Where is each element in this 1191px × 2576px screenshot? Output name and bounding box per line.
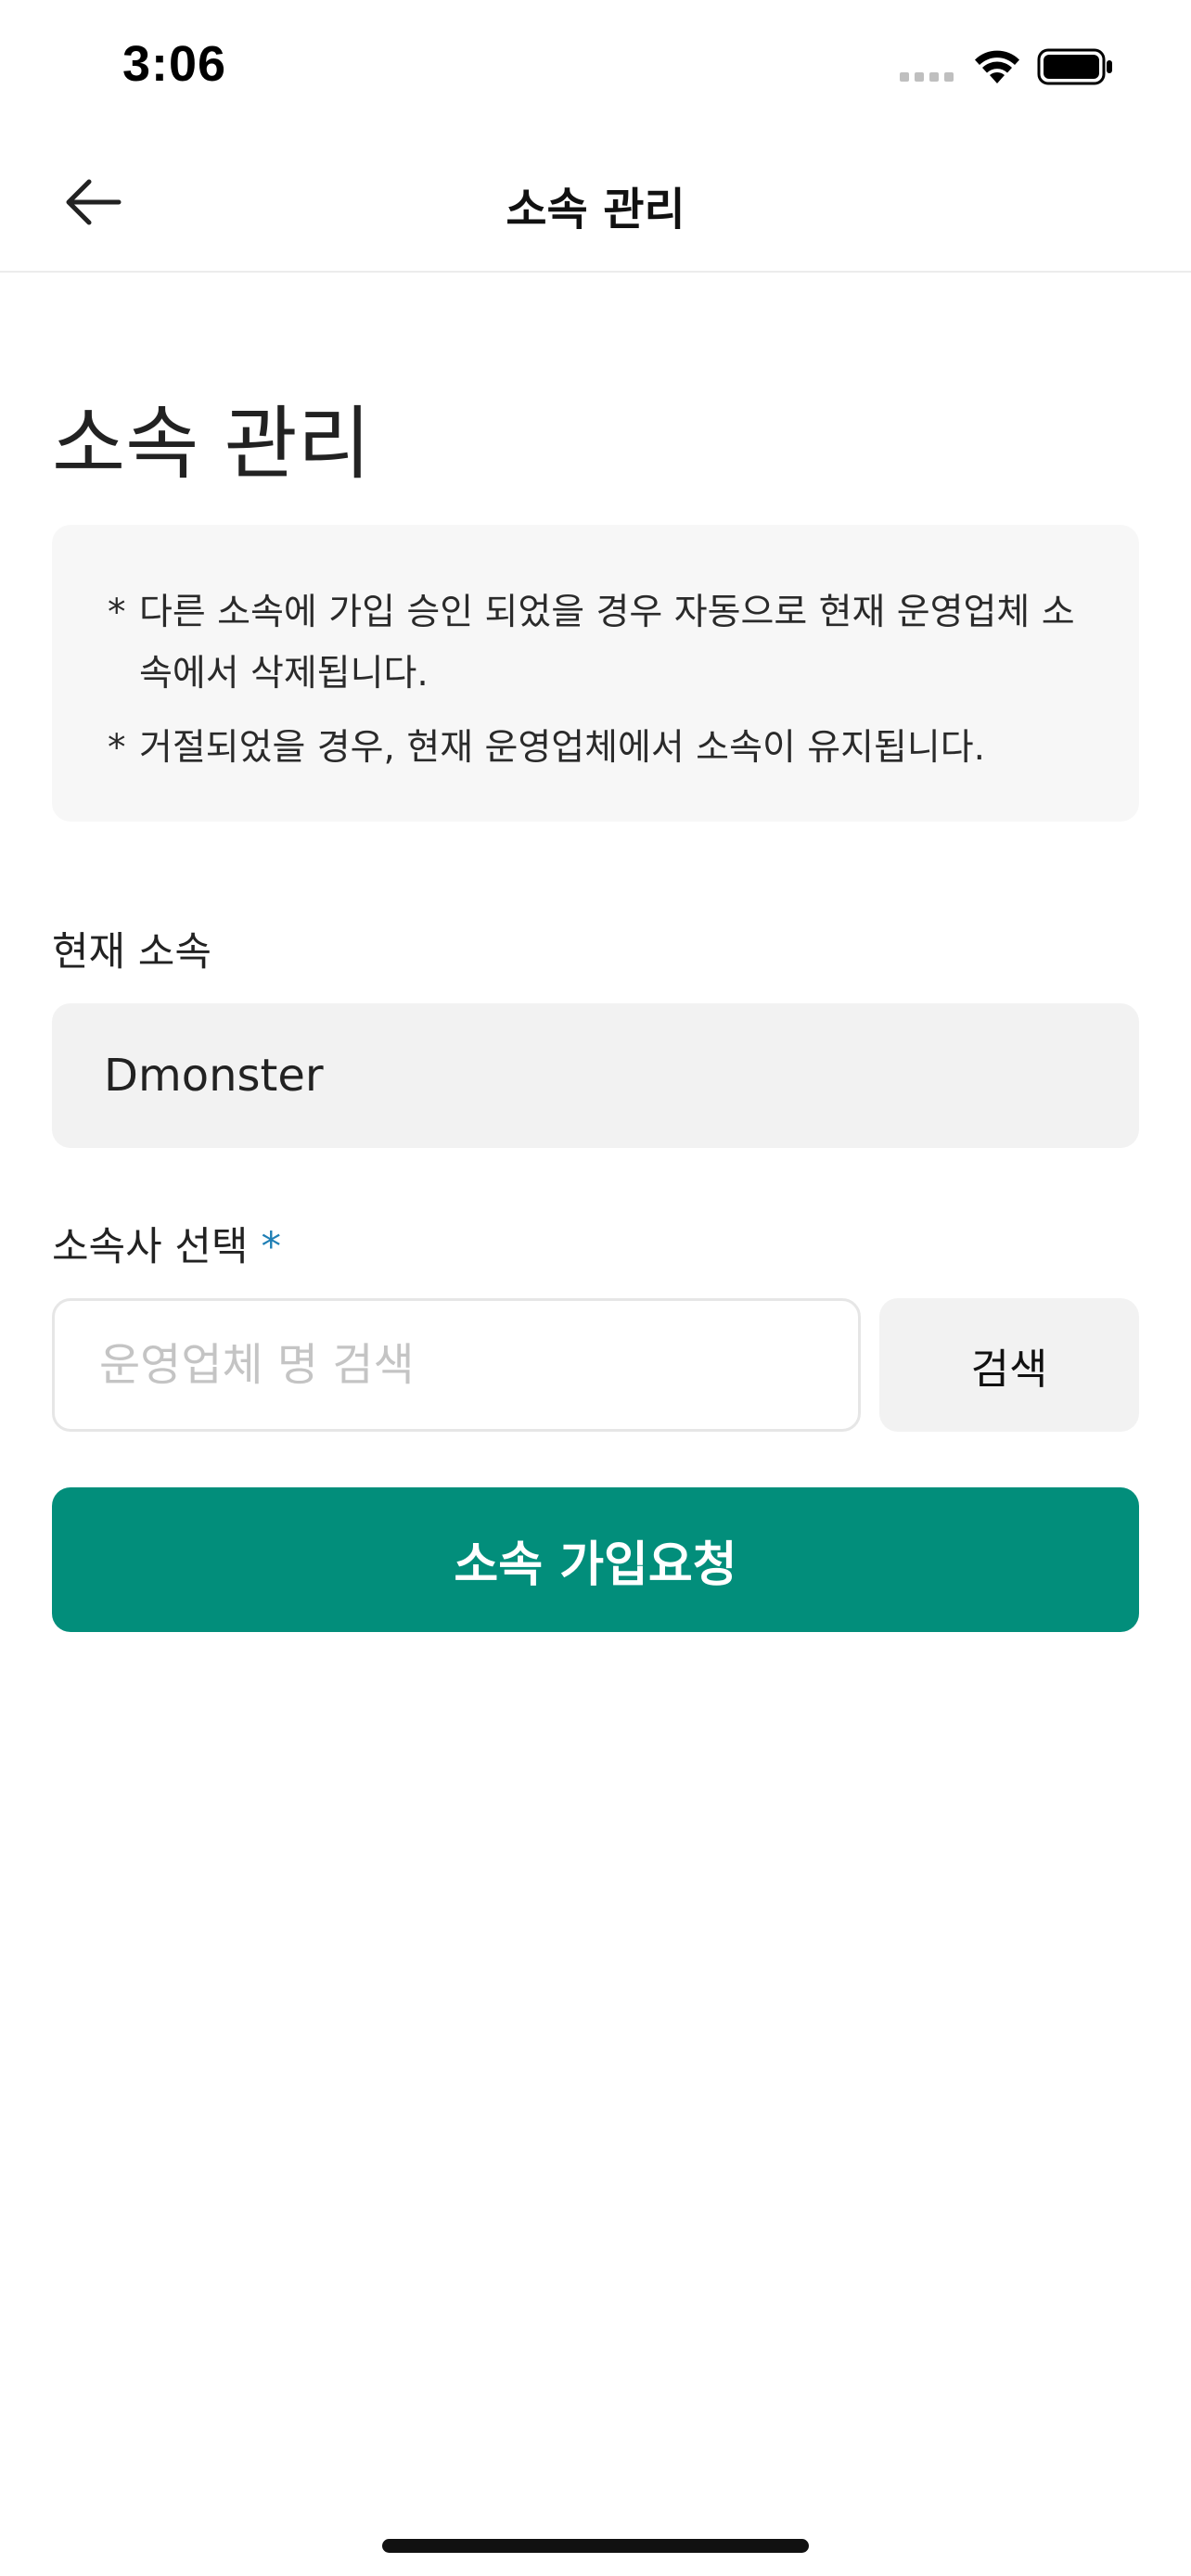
notice-text: 다른 소속에 가입 승인 되었을 경우 자동으로 현재 운영업체 소속에서 삭제… (139, 592, 1075, 695)
notice-item: * 다른 소속에 가입 승인 되었을 경우 자동으로 현재 운영업체 소속에서 … (108, 582, 1102, 705)
join-request-button[interactable]: 소속 가입요청 (52, 1487, 1139, 1632)
status-bar: 3:06 (0, 0, 1191, 130)
notice-item: * 거절되었을 경우, 현재 운영업체에서 소속이 유지됩니다. (108, 718, 1102, 779)
notice-text: 거절되었을 경우, 현재 운영업체에서 소속이 유지됩니다. (139, 727, 986, 769)
home-indicator (382, 2539, 809, 2553)
notice-bullet: * (108, 592, 126, 633)
current-affiliation-label: 현재 소속 (52, 929, 211, 976)
status-time: 3:06 (122, 36, 227, 92)
notice-box: * 다른 소속에 가입 승인 되었을 경우 자동으로 현재 운영업체 소속에서 … (52, 525, 1139, 822)
required-mark: * (261, 1224, 281, 1270)
cellular-signal-icon (900, 72, 954, 82)
page-title: 소속 관리 (52, 398, 371, 491)
affiliation-select-label: 소속사 선택 * (52, 1215, 281, 1272)
notice-bullet: * (108, 727, 126, 769)
current-affiliation-field: Dmonster (52, 1003, 1139, 1148)
operator-search-input[interactable] (52, 1298, 861, 1432)
nav-title: 소속 관리 (506, 184, 685, 236)
current-affiliation-value: Dmonster (104, 1050, 324, 1102)
navigation-bar: 소속 관리 (0, 130, 1191, 273)
search-button[interactable]: 검색 (879, 1298, 1139, 1432)
battery-icon (1037, 48, 1112, 85)
affiliation-select-label-text: 소속사 선택 (52, 1224, 249, 1270)
wifi-icon (975, 50, 1019, 83)
